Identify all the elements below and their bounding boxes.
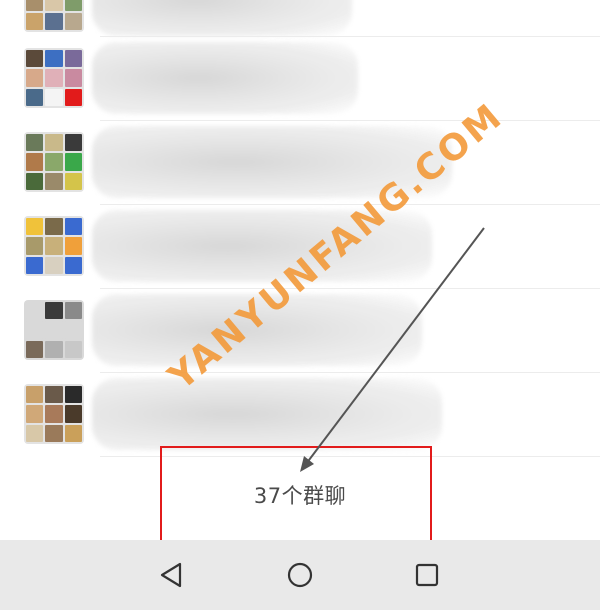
group-avatar: [24, 48, 84, 108]
android-nav-bar: [0, 540, 600, 610]
home-circle-icon: [286, 561, 314, 589]
highlight-box: [160, 446, 432, 542]
blurred-group-name: [92, 42, 358, 114]
group-avatar: [24, 132, 84, 192]
home-button[interactable]: [278, 553, 322, 597]
blurred-group-name: [92, 0, 352, 36]
blurred-group-name: [92, 378, 442, 450]
group-avatar: [24, 0, 84, 32]
group-chat-row[interactable]: [0, 120, 600, 204]
back-button[interactable]: [150, 553, 194, 597]
group-chat-row[interactable]: [0, 36, 600, 120]
recents-button[interactable]: [405, 553, 449, 597]
group-chat-row[interactable]: [0, 372, 600, 456]
group-avatar: [24, 384, 84, 444]
back-triangle-icon: [158, 561, 186, 589]
group-avatar: [24, 216, 84, 276]
group-avatar: [24, 300, 84, 360]
recents-square-icon: [413, 561, 441, 589]
